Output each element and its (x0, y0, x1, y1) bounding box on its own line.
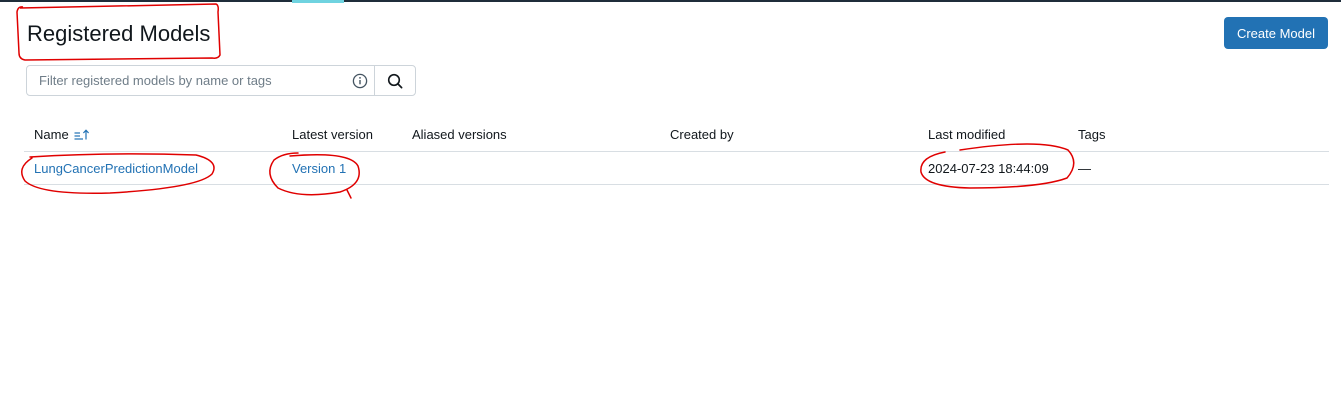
column-header-aliased-versions: Aliased versions (412, 127, 507, 142)
last-modified-cell: 2024-07-23 18:44:09 (928, 160, 1049, 176)
column-header-latest-version: Latest version (292, 127, 373, 142)
table-header-row: Name Latest version Aliased versions Cre… (24, 118, 1329, 152)
page-title: Registered Models (27, 21, 211, 46)
tags-cell: — (1078, 160, 1091, 176)
top-bar (0, 0, 1341, 2)
table-row: LungCancerPredictionModel Version 1 2024… (24, 152, 1329, 185)
info-icon[interactable] (346, 66, 374, 95)
top-bar-active-indicator (292, 0, 344, 3)
create-model-button[interactable]: Create Model (1224, 17, 1328, 49)
search-button[interactable] (374, 66, 415, 95)
model-name-link[interactable]: LungCancerPredictionModel (34, 152, 198, 184)
latest-version-link[interactable]: Version 1 (292, 152, 346, 184)
column-header-last-modified: Last modified (928, 127, 1006, 142)
sort-ascending-icon[interactable] (74, 128, 90, 141)
search-input[interactable] (27, 66, 346, 95)
column-header-tags: Tags (1078, 127, 1106, 142)
search-icon (387, 73, 403, 89)
column-header-created-by: Created by (670, 127, 734, 142)
models-table: Name Latest version Aliased versions Cre… (24, 118, 1329, 185)
annotation-overlay (16, 3, 1075, 199)
search-bar (26, 65, 416, 96)
column-header-name[interactable]: Name (34, 118, 90, 151)
column-header-label: Name (34, 127, 69, 142)
